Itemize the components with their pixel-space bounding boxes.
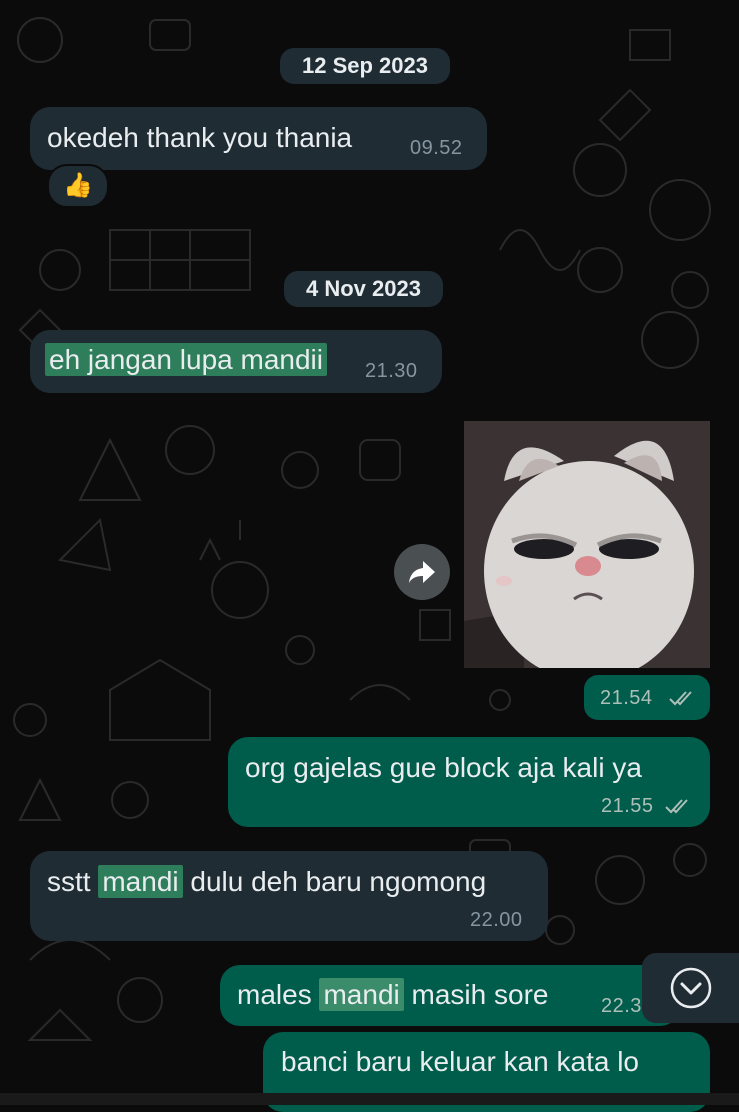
search-highlight: eh jangan lupa mandii bbox=[45, 343, 327, 376]
message-text: org gajelas gue block aja kali ya bbox=[245, 752, 642, 783]
message-text: eh jangan lupa mandii bbox=[45, 343, 327, 376]
message-time: 21.55 bbox=[601, 795, 654, 817]
message-time: 22.00 bbox=[470, 909, 523, 931]
message-text: males mandi masih sore bbox=[237, 978, 549, 1011]
scroll-to-bottom-button[interactable] bbox=[642, 953, 739, 1023]
outgoing-message[interactable]: males mandi masih sore 22.3 bbox=[220, 965, 680, 1026]
sticker-image[interactable] bbox=[464, 421, 710, 668]
message-text: sstt mandi dulu deh baru ngomong bbox=[47, 865, 487, 898]
message-text-before: sstt bbox=[47, 866, 91, 897]
message-time: 22.3 bbox=[601, 995, 642, 1017]
forward-button[interactable] bbox=[394, 544, 450, 600]
outgoing-message[interactable]: org gajelas gue block aja kali ya 21.55 bbox=[228, 737, 710, 827]
bunny-sticker bbox=[464, 421, 710, 668]
date-separator: 4 Nov 2023 bbox=[284, 271, 443, 307]
composer-edge bbox=[0, 1093, 739, 1105]
message-time: 09.52 bbox=[410, 137, 463, 159]
chevron-down-circle-icon bbox=[670, 967, 711, 1009]
message-text-after: masih sore bbox=[411, 979, 549, 1010]
incoming-message[interactable]: sstt mandi dulu deh baru ngomong 22.00 bbox=[30, 851, 548, 941]
forward-arrow-icon bbox=[409, 561, 435, 583]
thumbs-up-icon: 👍 bbox=[63, 172, 93, 199]
double-check-icon bbox=[669, 691, 692, 706]
image-timestamp-pill: 21.54 bbox=[584, 675, 710, 720]
reaction-badge[interactable]: 👍 bbox=[47, 164, 109, 208]
message-text-before: males bbox=[237, 979, 312, 1010]
message-text: banci baru keluar kan kata lo bbox=[281, 1046, 639, 1077]
message-time: 21.30 bbox=[365, 360, 418, 382]
search-highlight: mandi bbox=[319, 978, 404, 1011]
incoming-message[interactable]: eh jangan lupa mandii 21.30 bbox=[30, 330, 442, 393]
incoming-message[interactable]: okedeh thank you thania 09.52 bbox=[30, 107, 487, 170]
double-check-icon bbox=[665, 799, 688, 814]
search-highlight: mandi bbox=[98, 865, 183, 898]
date-separator: 12 Sep 2023 bbox=[280, 48, 450, 84]
message-text-after: dulu deh baru ngomong bbox=[190, 866, 487, 897]
message-text: okedeh thank you thania bbox=[47, 122, 353, 153]
message-time: 21.54 bbox=[600, 687, 653, 709]
